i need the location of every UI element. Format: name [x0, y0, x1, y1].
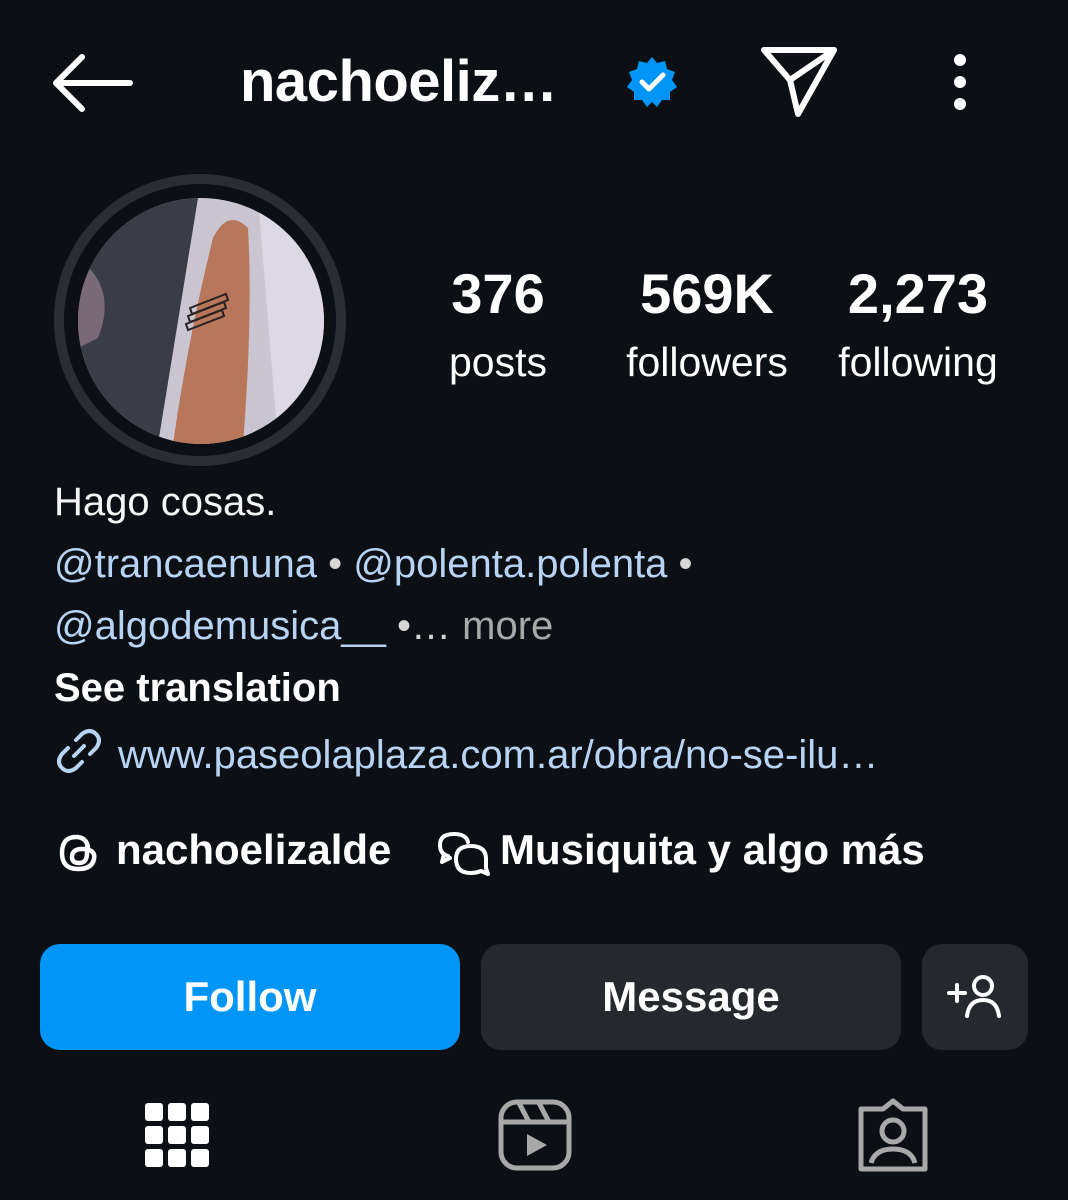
followers-label: followers	[626, 339, 788, 385]
mention-link[interactable]: @polenta.polenta	[353, 542, 667, 586]
message-button[interactable]: Message	[481, 944, 901, 1050]
grid-icon	[145, 1103, 209, 1167]
channel-name: Musiquita y algo más	[500, 826, 925, 873]
suggested-users-button[interactable]	[922, 944, 1028, 1050]
see-translation-button[interactable]: See translation	[54, 662, 341, 714]
send-icon	[761, 47, 837, 117]
threads-link[interactable]: nachoelizalde	[54, 822, 391, 878]
bio-truncation: •…	[385, 604, 452, 648]
back-button[interactable]	[50, 48, 136, 118]
channel-link[interactable]: Musiquita y algo más	[437, 822, 925, 878]
posts-label: posts	[449, 339, 547, 385]
threads-icon	[59, 834, 97, 872]
bio-separator: •	[317, 542, 354, 586]
followers-value: 569K	[640, 262, 774, 325]
more-options-button[interactable]	[935, 44, 985, 120]
external-link-text: www.paseolaplaza.com.ar/obra/no-se-ilu…	[118, 733, 879, 778]
verified-badge-icon	[624, 54, 680, 110]
send-button[interactable]	[756, 40, 842, 120]
avatar[interactable]	[78, 198, 324, 444]
followers-count[interactable]: 569K followers	[608, 262, 806, 390]
external-link[interactable]: www.paseolaplaza.com.ar/obra/no-se-ilu…	[54, 726, 878, 789]
tab-posts-grid[interactable]	[132, 1090, 222, 1180]
tab-reels[interactable]	[490, 1090, 580, 1180]
posts-value: 376	[451, 262, 545, 325]
posts-count[interactable]: 376 posts	[432, 262, 564, 390]
back-arrow-icon	[53, 54, 133, 112]
chat-bubbles-icon	[437, 831, 490, 876]
tagged-icon	[858, 1098, 928, 1172]
following-count[interactable]: 2,273 following	[820, 262, 1016, 390]
follow-button[interactable]: Follow	[40, 944, 460, 1050]
more-vertical-icon	[954, 54, 966, 110]
bio-text: Hago cosas.	[54, 480, 277, 524]
bio-more-button[interactable]: more	[451, 604, 553, 648]
threads-handle: nachoelizalde	[116, 826, 392, 873]
following-label: following	[838, 339, 998, 385]
following-value: 2,273	[847, 262, 989, 325]
bio-mentions-line-1: @trancaenuna • @polenta.polenta •	[54, 538, 693, 590]
bio-mentions-line-2: @algodemusica__ •… more	[54, 600, 553, 652]
add-user-icon	[947, 975, 1001, 1018]
mention-link[interactable]: @algodemusica__	[54, 604, 386, 648]
mention-link[interactable]: @trancaenuna	[54, 542, 317, 586]
tab-tagged[interactable]	[848, 1090, 938, 1180]
reels-icon	[498, 1099, 572, 1171]
profile-username: nachoeliz…	[240, 49, 558, 114]
link-icon	[54, 726, 104, 789]
bio-separator: •	[667, 542, 693, 586]
